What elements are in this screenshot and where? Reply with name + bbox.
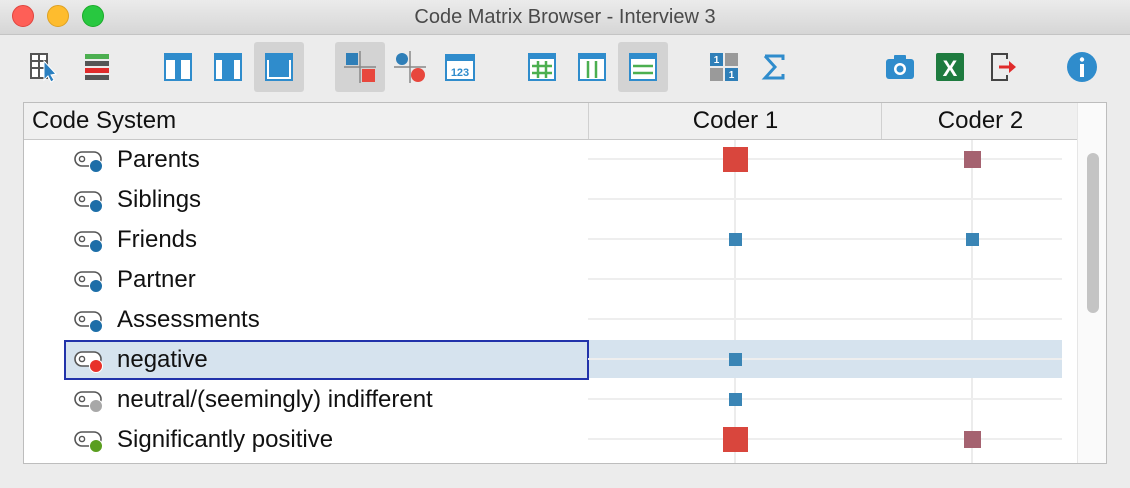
narrow-column-icon: [164, 53, 192, 81]
medium-column-icon: [214, 53, 242, 81]
vertical-scrollbar[interactable]: [1077, 103, 1106, 463]
grid-toggle-button[interactable]: [517, 42, 567, 92]
row-gridline: [588, 358, 1062, 360]
column-wide-button[interactable]: [254, 42, 304, 92]
column-medium-button[interactable]: [203, 42, 253, 92]
row-gridline: [588, 398, 1062, 400]
header-coder-2[interactable]: Coder 2: [881, 103, 1079, 139]
code-icon: [74, 431, 103, 453]
code-name[interactable]: Assessments: [117, 300, 260, 340]
camera-icon: [886, 55, 914, 79]
symbols-squares-button[interactable]: [335, 42, 385, 92]
screenshot-button[interactable]: [875, 42, 925, 92]
svg-text:1: 1: [714, 55, 720, 66]
row-gridline: [588, 158, 1062, 160]
row-gridline: [588, 198, 1062, 200]
excel-icon: X: [936, 53, 964, 81]
grid-icon: [528, 53, 556, 81]
table-row[interactable]: Significantly positive: [24, 420, 1078, 460]
table-row[interactable]: Parents: [24, 140, 1078, 180]
horizontal-lines-icon: [629, 53, 657, 81]
header-code-system[interactable]: Code System: [32, 103, 176, 139]
table-row[interactable]: negative: [24, 340, 1078, 380]
vertical-lines-button[interactable]: [567, 42, 617, 92]
binarize-icon: 1 1: [710, 53, 738, 81]
code-icon: [74, 231, 103, 253]
excel-export-button[interactable]: X: [925, 42, 975, 92]
info-button[interactable]: [1057, 42, 1107, 92]
code-matrix-table: Code System Coder 1 Coder 2 Parents Sibli…: [23, 102, 1107, 464]
coder-2-mark[interactable]: [963, 430, 981, 448]
table-row[interactable]: Friends: [24, 220, 1078, 260]
coder-1-mark[interactable]: [728, 392, 742, 406]
table-row[interactable]: Assessments: [24, 300, 1078, 340]
show-numbers-button[interactable]: 123: [435, 42, 485, 92]
squares-symbol-icon: [344, 51, 376, 83]
info-icon: [1067, 52, 1097, 82]
svg-text:1: 1: [729, 70, 735, 81]
table-header: Code System Coder 1 Coder 2: [24, 103, 1078, 140]
export-button[interactable]: [978, 42, 1028, 92]
window-title: Code Matrix Browser - Interview 3: [414, 6, 716, 28]
code-list-icon: [85, 54, 109, 80]
svg-text:X: X: [943, 56, 958, 81]
select-documents-button[interactable]: [20, 42, 70, 92]
coder-2-mark[interactable]: [965, 232, 979, 246]
scrollbar-thumb[interactable]: [1087, 153, 1099, 313]
code-icon: [74, 351, 103, 373]
code-name[interactable]: Parents: [117, 140, 200, 180]
row-gridline: [588, 318, 1062, 320]
code-icon: [74, 191, 103, 213]
table-row[interactable]: neutral/(seemingly) indifferent: [24, 380, 1078, 420]
select-documents-icon: [30, 53, 57, 83]
row-gridline: [588, 438, 1062, 440]
code-name[interactable]: negative: [117, 340, 208, 380]
table-row[interactable]: Siblings: [24, 180, 1078, 220]
code-icon: [74, 271, 103, 293]
svg-text:123: 123: [451, 67, 469, 79]
select-codes-button[interactable]: [72, 42, 122, 92]
sum-button[interactable]: [749, 42, 799, 92]
code-icon: [74, 151, 103, 173]
sigma-icon: [761, 54, 785, 80]
code-icon: [74, 311, 103, 333]
numbers-icon: 123: [445, 54, 475, 81]
row-gridline: [588, 238, 1062, 240]
toolbar: 123 1 1 X: [0, 35, 1130, 99]
coder-1-mark[interactable]: [722, 426, 748, 452]
circles-symbol-icon: [394, 51, 426, 83]
column-narrow-button[interactable]: [153, 42, 203, 92]
code-name[interactable]: neutral/(seemingly) indifferent: [117, 380, 433, 420]
export-icon: [991, 53, 1016, 81]
code-name[interactable]: Significantly positive: [117, 420, 333, 460]
row-gridline: [588, 278, 1062, 280]
vertical-lines-icon: [578, 53, 606, 81]
coder-1-mark[interactable]: [728, 352, 742, 366]
title-bar: Code Matrix Browser - Interview 3: [0, 0, 1130, 35]
code-name[interactable]: Siblings: [117, 180, 201, 220]
code-name[interactable]: Friends: [117, 220, 197, 260]
code-icon: [74, 391, 103, 413]
code-name[interactable]: Partner: [117, 260, 196, 300]
horizontal-lines-button[interactable]: [618, 42, 668, 92]
coder-1-mark[interactable]: [728, 232, 742, 246]
table-row[interactable]: Partner: [24, 260, 1078, 300]
header-coder-1[interactable]: Coder 1: [588, 103, 882, 139]
coder-2-mark[interactable]: [963, 150, 981, 168]
coder-1-mark[interactable]: [722, 146, 748, 172]
symbols-circles-button[interactable]: [385, 42, 435, 92]
binarize-button[interactable]: 1 1: [699, 42, 749, 92]
wide-column-icon: [265, 53, 293, 81]
